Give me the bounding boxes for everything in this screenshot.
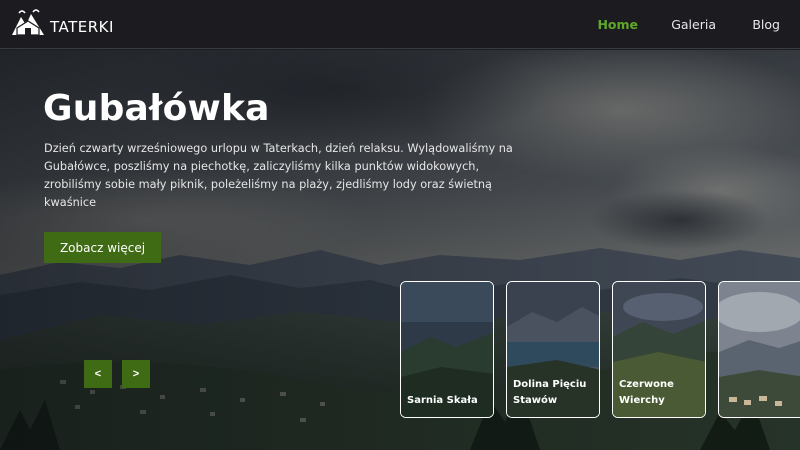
slide-card-czerwone-wierchy[interactable]: Czerwone Wierchy xyxy=(612,281,706,418)
card-label: Sarnia Skała xyxy=(407,395,478,406)
mountain-hut-logo[interactable] xyxy=(10,9,46,39)
nav-home[interactable]: Home xyxy=(597,17,638,32)
nav-galeria[interactable]: Galeria xyxy=(671,17,716,32)
prev-slide-button[interactable]: < xyxy=(84,360,112,388)
slide-card-fourth[interactable] xyxy=(718,281,800,418)
card-label: Czerwone Wierchy xyxy=(619,379,674,406)
hero-title: Gubałówka xyxy=(43,88,270,129)
card-label: Dolina Pięciu Stawów xyxy=(513,379,587,406)
brand-name[interactable]: TATERKI xyxy=(50,18,114,36)
see-more-button[interactable]: Zobacz więcej xyxy=(44,232,161,263)
hero-description: Dzień czwarty wrześniowego urlopu w Tate… xyxy=(44,142,513,209)
nav-blog[interactable]: Blog xyxy=(752,17,780,32)
next-slide-button[interactable]: > xyxy=(122,360,150,388)
slide-card-sarnia-skala[interactable]: Sarnia Skała xyxy=(400,281,494,418)
card-thumbnail-image xyxy=(719,282,800,417)
hero-section: Gubałówka Dzień czwarty wrześniowego url… xyxy=(0,50,800,450)
site-header: TATERKI Home Galeria Blog xyxy=(0,0,800,49)
slide-card-dolina-pieciu-stawow[interactable]: Dolina Pięciu Stawów xyxy=(506,281,600,418)
